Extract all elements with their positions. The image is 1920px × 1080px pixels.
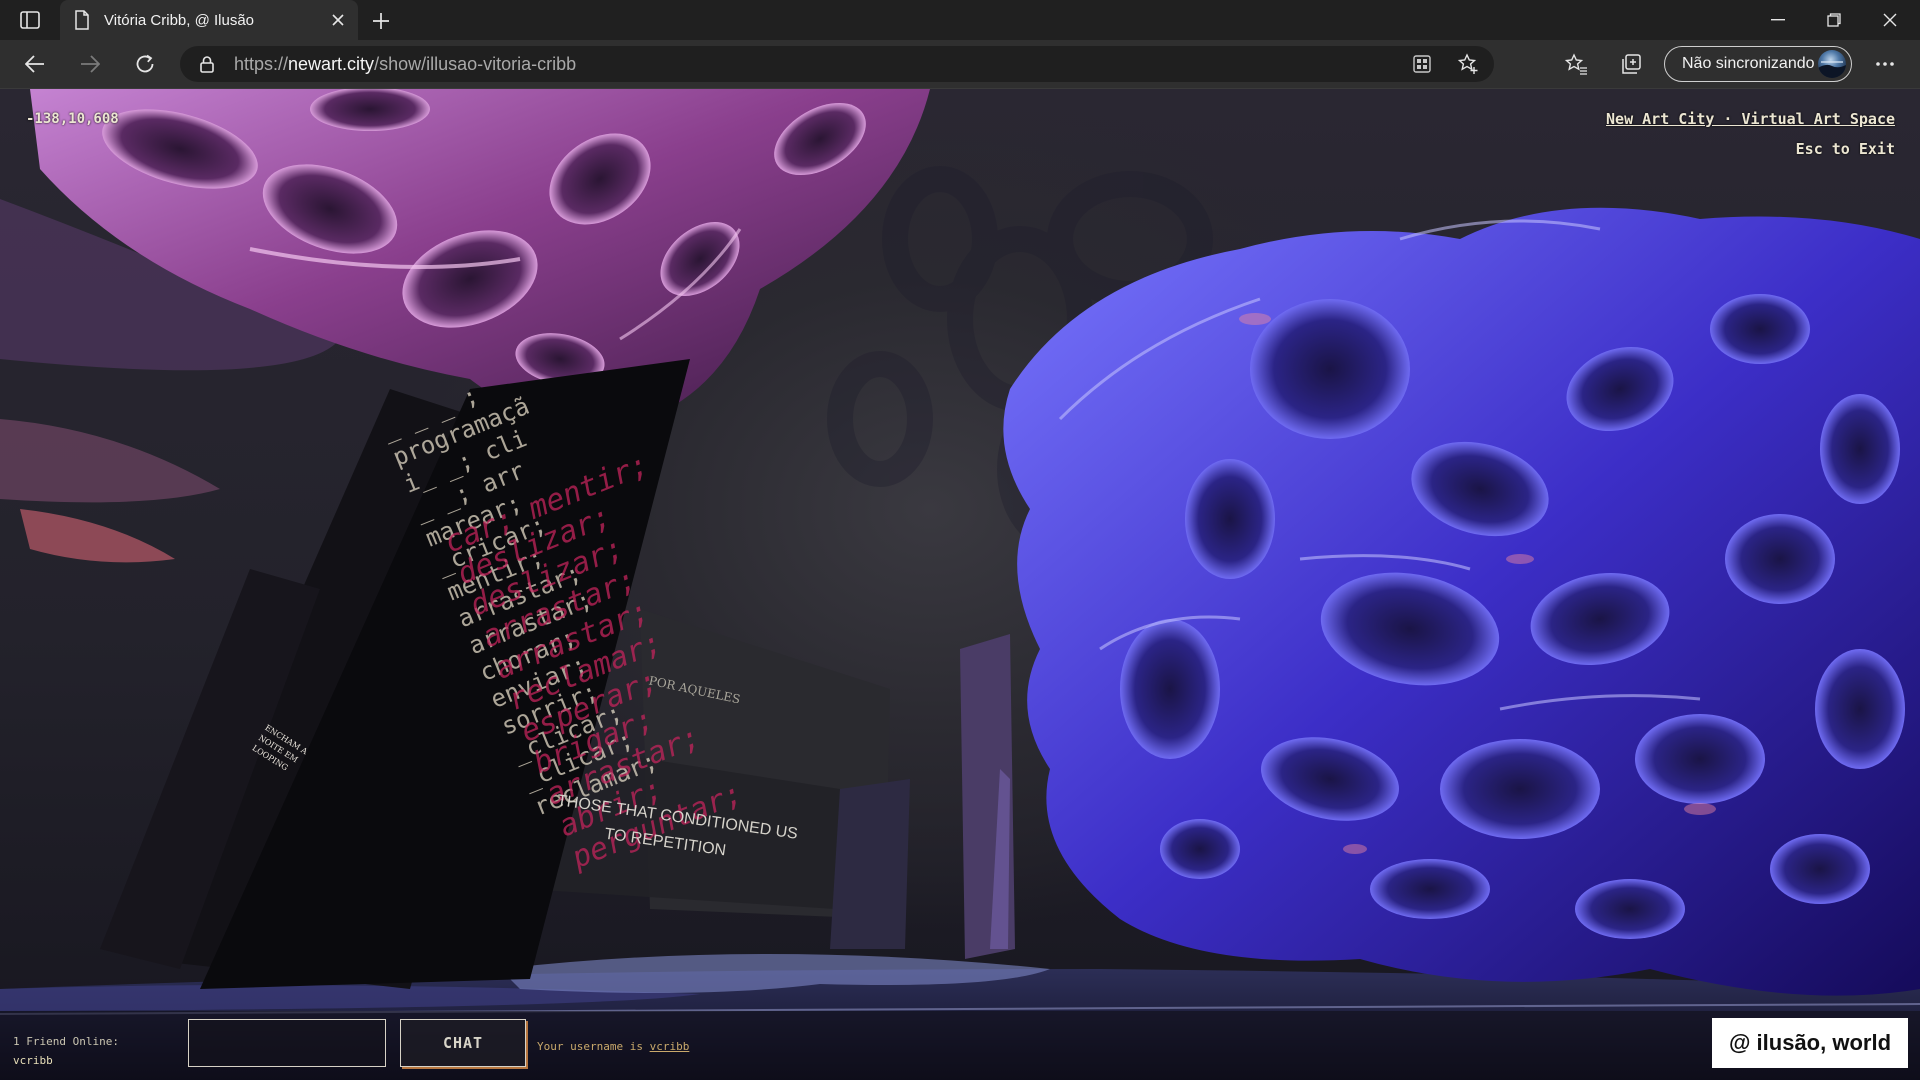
tab-actions-icon[interactable] [14,8,46,32]
minimize-icon[interactable] [1750,0,1806,40]
tab-title: Vitória Cribb, @ Ilusão [104,11,255,29]
tab-active[interactable]: Vitória Cribb, @ Ilusão [60,0,358,40]
restore-icon[interactable] [1806,0,1862,40]
lock-icon[interactable] [198,55,216,73]
close-window-icon[interactable] [1862,0,1918,40]
sync-label: Não sincronizando [1682,55,1815,72]
scene-viewport[interactable]: _ _ _ ; programaçã i_ _; cli _ _; arr marear… [0,89,1920,1080]
document-icon [74,10,90,30]
title-bar: Vitória Cribb, @ Ilusão [0,0,1920,40]
forward-arrow-icon[interactable] [73,48,107,80]
site-link[interactable]: New Art City · Virtual Art Space [1606,110,1895,128]
username-prefix: Your username is [537,1040,650,1053]
friends-online-label: 1 Friend Online: [13,1035,119,1048]
collections-icon[interactable] [1617,50,1645,78]
app-available-icon[interactable] [1410,52,1434,76]
world-badge[interactable]: @ ilusão, world [1712,1018,1908,1068]
avatar [1818,50,1846,78]
username-link[interactable]: vcribb [650,1040,690,1053]
back-arrow-icon[interactable] [18,48,52,80]
friend-name[interactable]: vcribb [13,1054,53,1067]
close-tab-icon[interactable] [328,10,348,30]
chat-input[interactable] [188,1019,386,1067]
refresh-icon[interactable] [128,48,162,80]
browser-toolbar: https://newart.city/show/illusao-vitoria… [0,40,1920,89]
url-text: https://newart.city/show/illusao-vitoria… [234,54,577,74]
chat-button[interactable]: CHAT [400,1019,526,1067]
chat-bar: 1 Friend Online: vcribb CHAT Your userna… [0,1011,1920,1080]
username-note: Your username is vcribb [537,1040,689,1053]
exit-hint: Esc to Exit [1795,140,1895,158]
new-tab-icon[interactable] [368,8,394,34]
scene-canvas [0,89,1920,1080]
position-coordinates: -138,10,608 [26,111,119,127]
add-favorite-icon[interactable] [1456,52,1480,76]
address-bar[interactable]: https://newart.city/show/illusao-vitoria… [180,46,1494,82]
favorites-icon[interactable] [1562,50,1590,78]
profile-sync-button[interactable]: Não sincronizando [1664,46,1852,82]
more-options-icon[interactable] [1871,50,1899,78]
